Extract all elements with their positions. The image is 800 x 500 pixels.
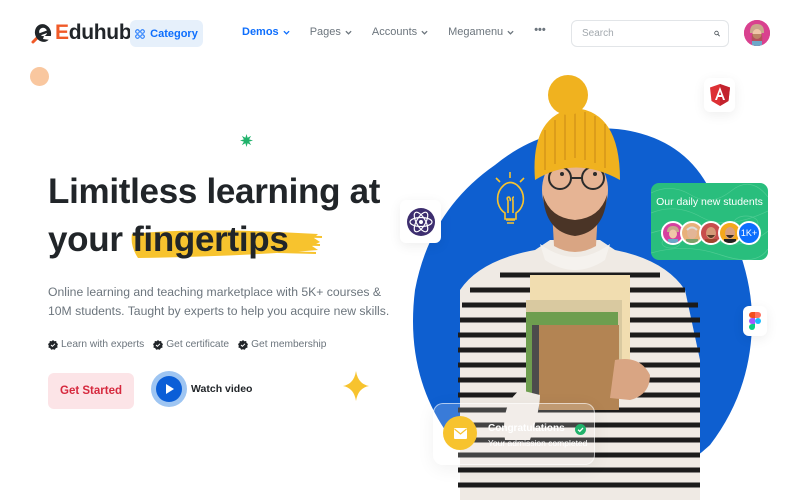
- nav-label: Megamenu: [448, 26, 504, 38]
- user-avatar[interactable]: [744, 20, 770, 46]
- congratulations-card: Congratulations Your admission completed: [433, 403, 595, 465]
- congrats-title: Congratulations: [488, 423, 565, 434]
- get-started-button[interactable]: Get Started: [48, 373, 134, 409]
- nav-label: Demos: [242, 26, 279, 38]
- hero-description: Online learning and teaching marketplace…: [48, 285, 390, 318]
- logo-text: Eduhub: [55, 21, 132, 44]
- avatar-image: [744, 20, 770, 46]
- nav-item-megamenu[interactable]: Megamenu: [448, 26, 514, 38]
- play-icon: [166, 384, 174, 394]
- nav-item-demos[interactable]: Demos: [242, 26, 290, 38]
- figma-badge: [743, 306, 767, 336]
- hero-illustration: Our daily new students 1K+ Congratulatio…: [400, 60, 800, 500]
- chevron-down-icon: [507, 30, 514, 35]
- hero-title-highlight: fingertips: [131, 216, 323, 264]
- search-input[interactable]: [582, 28, 714, 39]
- patch-check-icon: [48, 339, 58, 350]
- star-icon: [343, 371, 369, 401]
- more-menu-button[interactable]: •••: [534, 24, 546, 36]
- feature-item: Get membership: [238, 339, 326, 350]
- watch-video-label: Watch video: [191, 383, 253, 395]
- chevron-down-icon: [421, 30, 428, 35]
- hero-title: Limitless learning at your fingertips: [48, 168, 380, 264]
- feature-list: Learn with experts Get certificate Get m…: [48, 339, 326, 350]
- nav-item-pages[interactable]: Pages: [310, 26, 352, 38]
- grid-icon: [135, 28, 145, 39]
- logo-mark-icon: [31, 24, 52, 44]
- feature-item: Get certificate: [153, 339, 229, 350]
- feature-item: Learn with experts: [48, 339, 144, 350]
- nav-label: Pages: [309, 26, 341, 38]
- angular-icon: [709, 84, 730, 106]
- hero-title-line1: Limitless learning at: [48, 172, 381, 211]
- sparkle-icon: [240, 134, 253, 147]
- student-avatar-group: 1K+: [661, 221, 761, 245]
- angular-badge: [704, 78, 735, 112]
- patch-check-icon: [153, 339, 164, 350]
- hero-title-prefix: your: [48, 220, 133, 259]
- more-students-badge: 1K+: [737, 221, 761, 245]
- chevron-down-icon: [283, 30, 290, 35]
- watch-video-button[interactable]: Watch video: [151, 371, 252, 407]
- atom-icon: [406, 207, 435, 236]
- mail-badge: [443, 416, 477, 450]
- feature-label: Get certificate: [166, 339, 230, 350]
- figma-icon: [749, 312, 761, 330]
- envelope-icon: [453, 427, 467, 439]
- main-nav: Demos Pages Accounts Megamenu •••: [242, 24, 546, 38]
- play-button[interactable]: [156, 376, 182, 402]
- feature-label: Learn with experts: [61, 339, 145, 350]
- patch-check-icon: [238, 339, 249, 350]
- decorative-dot: [30, 67, 49, 86]
- students-card-title: Our daily new students: [656, 196, 763, 208]
- search-box: [571, 20, 729, 47]
- brand-logo[interactable]: Eduhub: [30, 20, 132, 46]
- feature-label: Get membership: [251, 339, 327, 350]
- nav-item-accounts[interactable]: Accounts: [372, 26, 428, 38]
- play-button-ring[interactable]: [151, 371, 187, 407]
- nav-label: Accounts: [371, 26, 418, 38]
- atom-badge: [400, 200, 441, 243]
- category-label: Category: [150, 27, 198, 40]
- top-navbar: Eduhub Category Demos Pages Accounts Meg…: [0, 0, 800, 66]
- check-circle-icon: [575, 424, 586, 435]
- category-button[interactable]: Category: [130, 20, 203, 47]
- chevron-down-icon: [345, 30, 352, 35]
- congrats-subtitle: Your admission completed: [488, 438, 588, 448]
- search-icon[interactable]: [714, 28, 720, 39]
- daily-students-card: Our daily new students 1K+: [651, 183, 768, 260]
